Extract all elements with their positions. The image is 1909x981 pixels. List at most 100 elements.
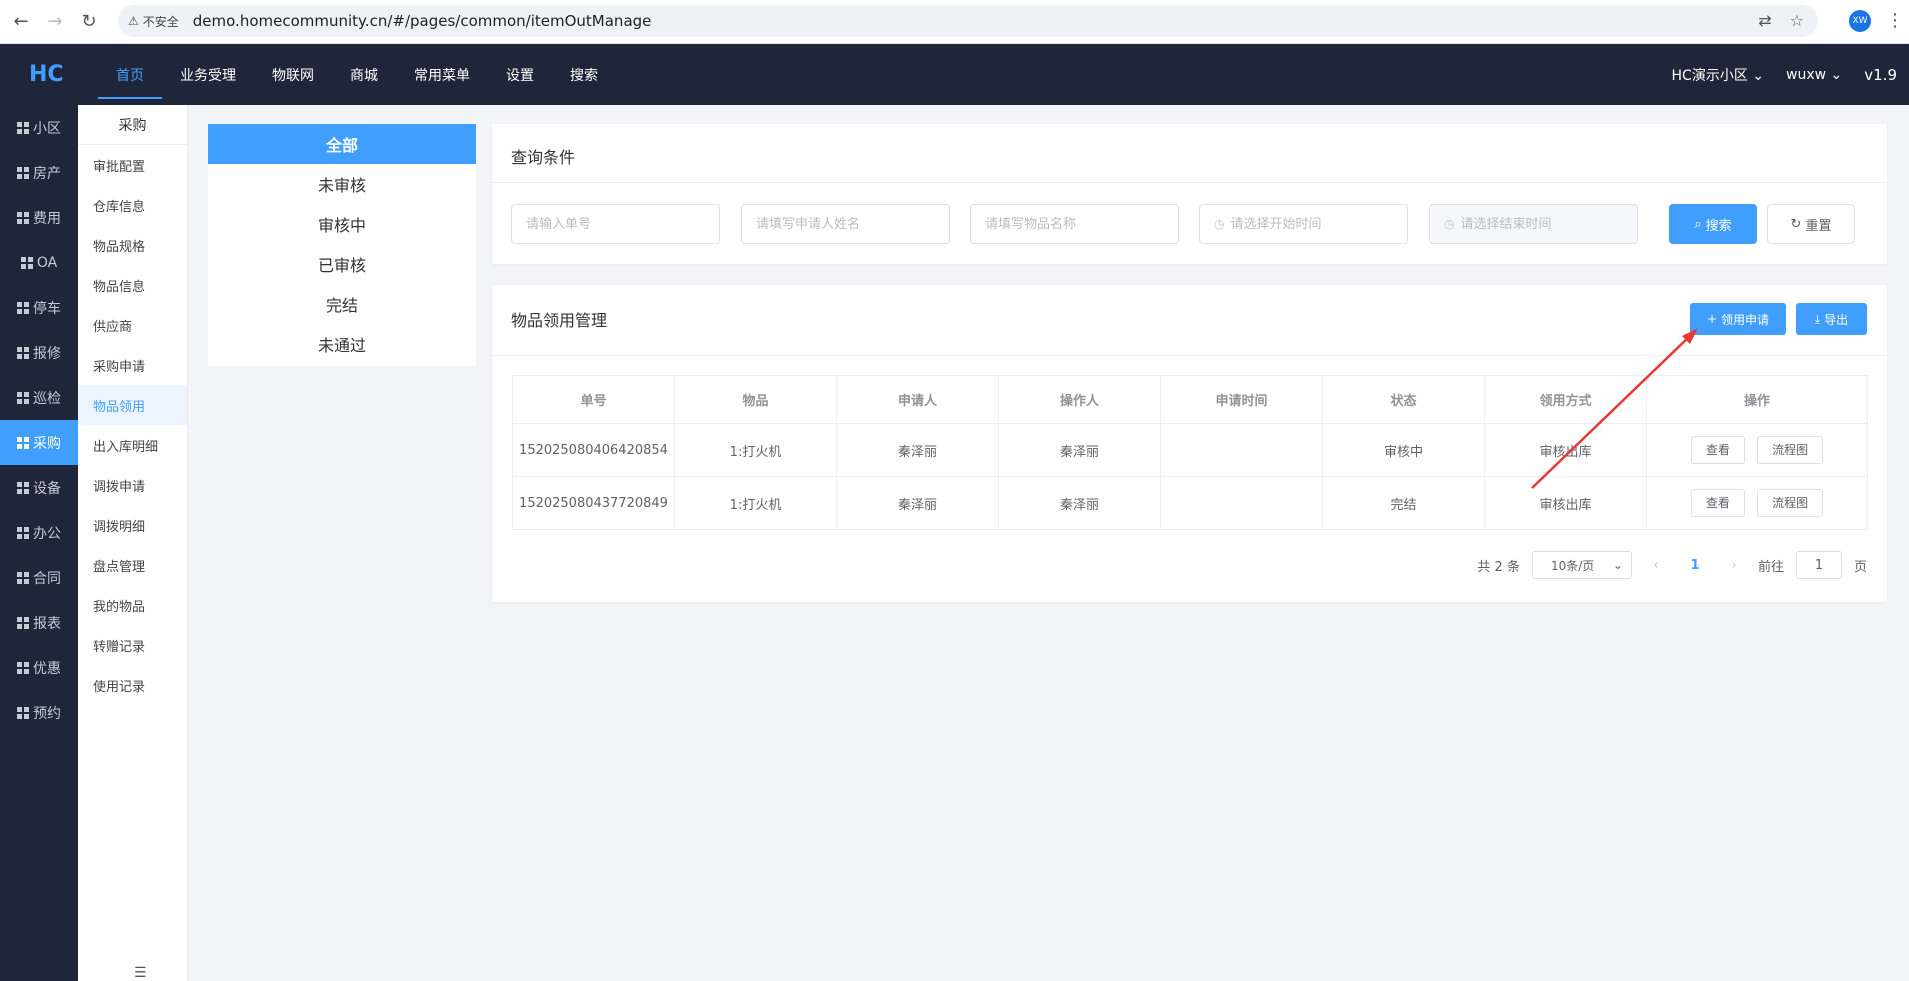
end-time-input[interactable] [1460, 216, 1623, 232]
address-bar[interactable]: ⚠ 不安全 demo.homecommunity.cn/#/pages/comm… [118, 5, 1818, 37]
submenu-item-warehouse[interactable]: 仓库信息 [78, 185, 187, 225]
status-unreviewed[interactable]: 未审核 [208, 164, 476, 204]
topnav-home[interactable]: 首页 [98, 44, 162, 105]
flowchart-button[interactable]: 流程图 [1757, 489, 1824, 517]
warning-icon: ⚠ [128, 14, 139, 28]
url-text[interactable]: demo.homecommunity.cn/#/pages/common/ite… [193, 12, 652, 30]
chevron-down-icon: ⌄ [1612, 558, 1623, 572]
sidebar-item-reports[interactable]: 报表 [0, 600, 78, 645]
sidebar-item-equipment[interactable]: 设备 [0, 465, 78, 510]
cell-item: 1:打火机 [674, 423, 837, 477]
cell-applicant: 秦泽丽 [836, 423, 999, 477]
translate-icon[interactable]: ⇄ [1758, 11, 1771, 30]
table-title: 物品领用管理 [511, 311, 608, 330]
order-no-input[interactable] [526, 216, 705, 232]
cell-operator: 秦泽丽 [998, 423, 1161, 477]
submenu-item-inventory[interactable]: 盘点管理 [78, 545, 187, 585]
next-page-icon[interactable]: › [1722, 558, 1746, 573]
search-button[interactable]: ⌕ 搜索 [1669, 204, 1757, 244]
submenu-item-transfer-detail[interactable]: 调拨明细 [78, 505, 187, 545]
community-selector[interactable]: HC演示小区 ⌄ [1672, 65, 1765, 85]
browser-toolbar: ← → ↻ ⚠ 不安全 demo.homecommunity.cn/#/page… [0, 0, 1909, 44]
submenu-item-item-info[interactable]: 物品信息 [78, 265, 187, 305]
profile-avatar[interactable]: XW [1849, 10, 1871, 32]
browser-menu-icon[interactable]: ⋮ [1886, 10, 1904, 31]
user-menu[interactable]: wuxw ⌄ [1786, 67, 1842, 83]
sidebar-item-repair[interactable]: 报修 [0, 330, 78, 375]
flowchart-button[interactable]: 流程图 [1757, 436, 1824, 464]
grid-icon [17, 391, 29, 404]
submenu-sidebar: 采购 审批配置 仓库信息 物品规格 物品信息 供应商 采购申请 物品领用 出入库… [78, 105, 188, 981]
submenu-item-my-items[interactable]: 我的物品 [78, 585, 187, 625]
submenu-item-gift-records[interactable]: 转赠记录 [78, 625, 187, 665]
submenu-item-item-out[interactable]: 物品领用 [78, 385, 187, 425]
topnav-business[interactable]: 业务受理 [162, 44, 254, 105]
submenu-item-inout-detail[interactable]: 出入库明细 [78, 425, 187, 465]
item-name-input[interactable] [985, 216, 1164, 232]
submenu-item-supplier[interactable]: 供应商 [78, 305, 187, 345]
topnav-search[interactable]: 搜索 [552, 44, 616, 105]
view-button[interactable]: 查看 [1690, 489, 1745, 517]
sidebar-item-oa[interactable]: OA [0, 240, 78, 285]
page-size-select[interactable]: 10条/页 ⌄ [1531, 551, 1632, 579]
grid-icon [20, 256, 33, 269]
divider [492, 355, 1887, 356]
submenu-item-transfer-request[interactable]: 调拨申请 [78, 465, 187, 505]
status-rejected[interactable]: 未通过 [208, 324, 476, 364]
pagination: 共 2 条 10条/页 ⌄ ‹ 1 › 前往 1 页 [1477, 551, 1867, 579]
status-completed[interactable]: 完结 [208, 284, 476, 324]
goto-prefix: 前往 [1757, 559, 1784, 575]
status-all[interactable]: 全部 [208, 124, 476, 164]
chevron-down-icon: ⌄ [1830, 66, 1843, 83]
back-icon[interactable]: ← [8, 9, 34, 35]
status-reviewed[interactable]: 已审核 [208, 244, 476, 284]
submenu-item-approval-config[interactable]: 审批配置 [78, 145, 187, 185]
cell-operator: 秦泽丽 [998, 476, 1161, 530]
topnav-settings[interactable]: 设置 [488, 44, 552, 105]
topnav-mall[interactable]: 商城 [332, 44, 396, 105]
apply-button[interactable]: + 领用申请 [1690, 303, 1786, 335]
not-secure-indicator[interactable]: ⚠ 不安全 [128, 13, 179, 30]
topnav-common-menu[interactable]: 常用菜单 [396, 44, 488, 105]
view-button[interactable]: 查看 [1690, 436, 1745, 464]
applicant-input[interactable] [756, 216, 935, 232]
export-button[interactable]: ⤓ 导出 [1796, 303, 1867, 335]
status-reviewing[interactable]: 审核中 [208, 204, 476, 244]
item-name-input-wrapper [970, 204, 1179, 244]
sidebar-item-reservation[interactable]: 预约 [0, 690, 78, 735]
top-nav: 首页 业务受理 物联网 商城 常用菜单 设置 搜索 [98, 44, 616, 105]
column-header: 操作人 [998, 375, 1161, 424]
chevron-down-icon: ⌄ [1752, 67, 1765, 84]
reset-button[interactable]: ↻ 重置 [1767, 204, 1855, 244]
submenu-item-item-spec[interactable]: 物品规格 [78, 225, 187, 265]
end-time-picker: ◷ [1429, 204, 1638, 244]
prev-page-icon[interactable]: ‹ [1644, 558, 1668, 573]
current-page[interactable]: 1 [1680, 558, 1710, 573]
sidebar-item-purchase[interactable]: 采购 [0, 420, 78, 465]
query-card: 查询条件 ◷ ◷ ⌕ 搜索 ↻ 重置 [492, 124, 1887, 264]
order-no-input-wrapper [511, 204, 720, 244]
sidebar-item-inspection[interactable]: 巡检 [0, 375, 78, 420]
start-time-input[interactable] [1230, 216, 1393, 232]
cell-apply-time [1160, 476, 1323, 530]
topnav-iot[interactable]: 物联网 [254, 44, 332, 105]
sidebar-item-discounts[interactable]: 优惠 [0, 645, 78, 690]
bookmark-star-icon[interactable]: ☆ [1790, 11, 1804, 30]
sidebar-item-community[interactable]: 小区 [0, 105, 78, 150]
grid-icon [17, 571, 29, 584]
reload-icon[interactable]: ↻ [76, 9, 102, 35]
sidebar-item-property[interactable]: 房产 [0, 150, 78, 195]
sidebar-item-fees[interactable]: 费用 [0, 195, 78, 240]
sidebar-item-parking[interactable]: 停车 [0, 285, 78, 330]
sidebar-item-contract[interactable]: 合同 [0, 555, 78, 600]
submenu-item-usage-records[interactable]: 使用记录 [78, 665, 187, 705]
goto-page-input[interactable]: 1 [1795, 551, 1842, 579]
collapse-menu-icon[interactable]: ☰ [134, 965, 147, 981]
cell-order-no: 152025080406420854 [512, 423, 675, 477]
status-filter-list: 全部 未审核 审核中 已审核 完结 未通过 [208, 124, 476, 366]
sidebar-item-office[interactable]: 办公 [0, 510, 78, 555]
column-header: 申请时间 [1160, 375, 1323, 424]
forward-icon[interactable]: → [42, 9, 68, 35]
grid-icon [17, 616, 29, 629]
submenu-item-purchase-request[interactable]: 采购申请 [78, 345, 187, 385]
